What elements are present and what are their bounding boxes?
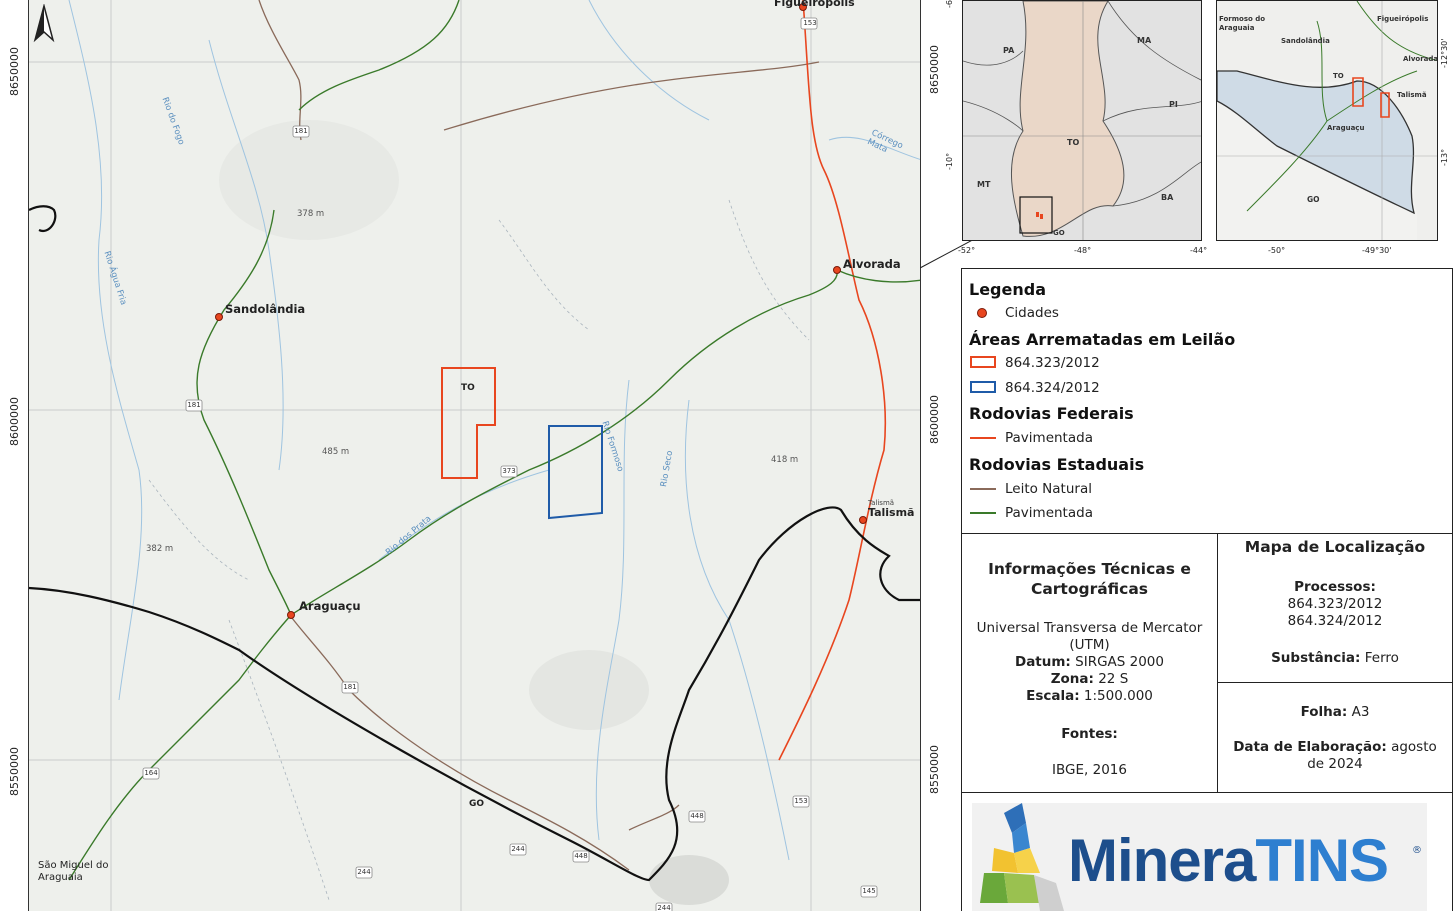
sources-value: IBGE, 2016: [1052, 762, 1127, 778]
legend-area2-swatch: [970, 381, 996, 393]
legend-state-dirt: Leito Natural: [1005, 481, 1092, 497]
legend-areas-title: Áreas Arrematadas em Leilão: [969, 330, 1236, 349]
logo-registered: ®: [1412, 845, 1422, 856]
inset-label-pi: PI: [1169, 100, 1178, 109]
legend-state-paved-line: [970, 512, 996, 514]
inset-lon-52: -52°: [958, 246, 976, 255]
elevation-382: 382 m: [146, 544, 174, 554]
city-label-figueiropolis: Figueirópolis: [774, 0, 855, 9]
mineratins-logo: MineraTINS ®: [972, 803, 1427, 911]
processes-block: Processos: 864.323/2012 864.324/2012: [1287, 579, 1383, 629]
sheet-info-panel: [1217, 682, 1453, 793]
shield-181-a: 181: [294, 127, 308, 135]
main-map[interactable]: Figueirópolis Sandolândia Alvorada Aragu…: [28, 0, 921, 911]
local-label-alvorada: Alvorada: [1403, 55, 1438, 63]
northing-right-8650000: 8650000: [928, 45, 941, 94]
state-label-go: GO: [469, 799, 485, 809]
legend-state-paved: Pavimentada: [1005, 505, 1093, 521]
date-text: Data de Elaboração: agosto de 2024: [1233, 739, 1437, 772]
shield-164: 164: [144, 769, 158, 777]
city-label-alvorada: Alvorada: [843, 257, 901, 271]
legend-federal-title: Rodovias Federais: [969, 404, 1134, 423]
shield-244-c: 244: [657, 904, 671, 911]
northing-left-8600000: 8600000: [8, 397, 21, 446]
legend-dirt-line: [970, 488, 996, 490]
inset-lon-48: -48°: [1074, 246, 1092, 255]
shield-145: 145: [862, 887, 876, 895]
local-lat-13: -13°: [1440, 148, 1449, 166]
legend-area1-swatch: [970, 356, 996, 368]
legend-state-title: Rodovias Estaduais: [969, 455, 1145, 474]
shield-448-b: 448: [574, 852, 588, 860]
northing-left-8650000: 8650000: [8, 47, 21, 96]
inset-label-mt: MT: [977, 180, 991, 189]
local-label-araguacu: Araguaçu: [1327, 124, 1365, 132]
shield-181-c: 181: [343, 683, 357, 691]
shield-373: 373: [502, 467, 516, 475]
technical-info-title: Informações Técnicas e Cartográficas: [988, 560, 1191, 598]
elevation-418: 418 m: [771, 455, 799, 465]
legend-cities: Cidades: [1005, 305, 1059, 321]
legend-federal-line: [970, 437, 996, 439]
area-label-to: TO: [461, 383, 475, 393]
city-label-sao-miguel-1: São Miguel do: [38, 860, 109, 871]
inset-label-go: GO: [1053, 229, 1065, 237]
city-label-sandolandia: Sandolândia: [225, 302, 306, 316]
city-label-sao-miguel-2: Araguaia: [38, 872, 83, 883]
city-label-araguacu: Araguaçu: [299, 599, 361, 613]
city-label-talisma: Talismã: [868, 506, 915, 519]
logo-text-tins: TINS: [1255, 827, 1389, 894]
northing-right-8550000: 8550000: [928, 745, 941, 794]
location-title: Mapa de Localização: [1244, 538, 1426, 556]
local-label-sandolandia: Sandolândia: [1281, 37, 1330, 45]
elevation-378: 378 m: [297, 209, 325, 219]
local-lat-1230: -12°30': [1440, 38, 1449, 68]
local-label-go: GO: [1307, 195, 1320, 204]
sheet-text: Folha: A3: [1300, 704, 1370, 720]
inset-lat-6: -6°: [945, 0, 954, 8]
inset-label-ba: BA: [1161, 193, 1174, 202]
local-label-talisma: Talismã: [1397, 91, 1427, 99]
local-label-formoso-2: Araguaia: [1219, 24, 1255, 32]
inset-label-ma: MA: [1137, 36, 1152, 45]
shield-244-b: 244: [357, 868, 371, 876]
legend-city-icon: [977, 308, 987, 318]
legend-area1: 864.323/2012: [1005, 355, 1100, 371]
shield-153-top: 153: [803, 19, 817, 27]
logo-text-minera: Minera: [1068, 827, 1256, 894]
inset-local-map[interactable]: Formoso do Araguaia Figueirópolis Sandol…: [1216, 0, 1438, 241]
northing-left-8550000: 8550000: [8, 747, 21, 796]
local-label-figueiropolis: Figueirópolis: [1377, 15, 1429, 23]
shield-244-a: 244: [511, 845, 525, 853]
legend-title: Legenda: [969, 280, 1046, 299]
local-lon-4930: -49°30': [1362, 246, 1392, 255]
local-label-formoso-1: Formoso do: [1219, 15, 1266, 23]
legend-federal-paved: Pavimentada: [1005, 430, 1093, 446]
projection-text: Universal Transversa de Mercator (UTM) D…: [976, 620, 1203, 704]
inset-lat-10: -10°: [945, 152, 954, 170]
sources-label: Fontes:: [1061, 726, 1118, 742]
inset-lon-44: -44°: [1190, 246, 1208, 255]
local-lon-50: -50°: [1268, 246, 1286, 255]
inset-state-map[interactable]: PA MA PI TO MT BA GO: [962, 0, 1202, 241]
tocantins-logo-icon: [980, 803, 1064, 911]
elevation-485: 485 m: [322, 447, 350, 457]
local-label-to: TO: [1333, 72, 1344, 80]
inset-label-to: TO: [1067, 138, 1080, 147]
substance-text: Substância: Ferro: [1271, 650, 1399, 666]
shield-153-bottom: 153: [794, 797, 808, 805]
city-label-talisma-small: Talismã: [868, 499, 895, 507]
inset-label-pa: PA: [1003, 46, 1015, 55]
shield-181-b: 181: [187, 401, 201, 409]
northing-right-8600000: 8600000: [928, 395, 941, 444]
legend-area2: 864.324/2012: [1005, 380, 1100, 396]
shield-448-a: 448: [690, 812, 704, 820]
north-arrow-icon: [33, 4, 55, 43]
